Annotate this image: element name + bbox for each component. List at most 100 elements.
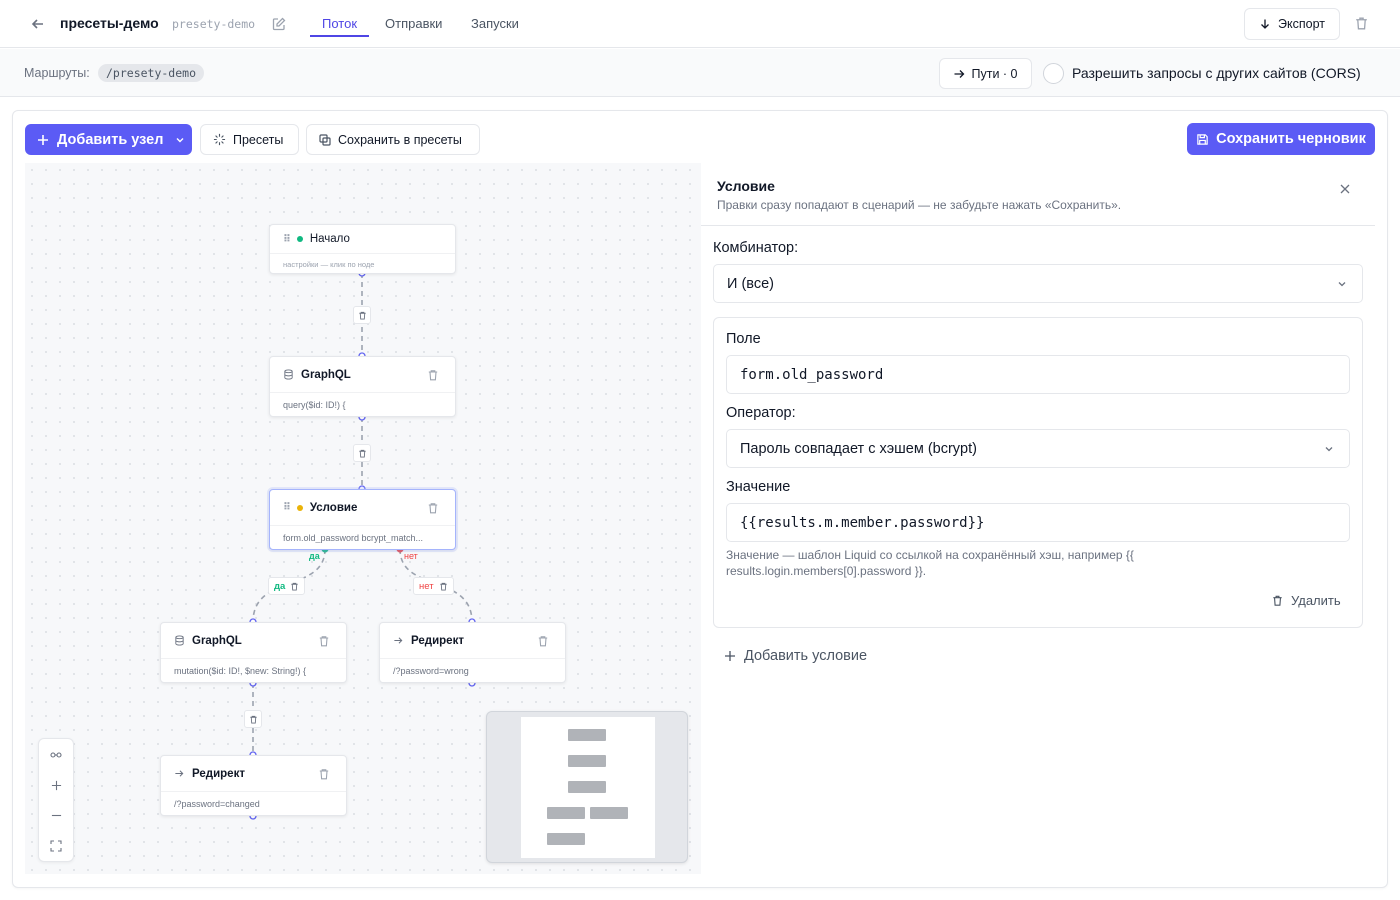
trash-icon[interactable] bbox=[427, 369, 439, 381]
export-button[interactable]: Экспорт bbox=[1244, 8, 1340, 40]
add-node-button[interactable]: Добавить узел bbox=[25, 124, 192, 155]
node-start[interactable]: ⠿ Начало настройки — клик по ноде bbox=[269, 224, 456, 274]
edge-label-no-text: нет bbox=[419, 580, 434, 592]
trash-icon bbox=[358, 449, 366, 458]
node-graphql-query[interactable]: GraphQL query($id: ID!) { bbox=[269, 356, 456, 417]
node-title: Редирект bbox=[192, 767, 245, 780]
edge-delete-button[interactable] bbox=[353, 306, 371, 324]
trash-icon bbox=[1273, 595, 1282, 606]
minimap-node bbox=[568, 755, 606, 767]
field-label: Поле bbox=[726, 331, 761, 347]
project-slug: presety-demo bbox=[172, 17, 256, 31]
arrow-right-icon bbox=[394, 637, 403, 644]
plus-icon bbox=[38, 134, 48, 145]
drag-handle-icon[interactable]: ⠿ bbox=[283, 234, 291, 245]
routes-label: Маршруты: bbox=[24, 66, 90, 80]
node-body: mutation($id: ID!, $new: String!) { bbox=[174, 666, 307, 676]
save-draft-button[interactable]: Сохранить черновик bbox=[1187, 123, 1375, 155]
edge-label-no[interactable]: нет bbox=[413, 577, 454, 595]
database-icon bbox=[175, 635, 184, 646]
save-to-presets-button[interactable]: Сохранить в пресеты bbox=[306, 124, 480, 155]
trash-icon bbox=[249, 715, 257, 724]
node-title: Условие bbox=[309, 501, 358, 514]
minimap-node bbox=[568, 781, 606, 793]
node-condition[interactable]: ⠿ Условие form.old_password bcrypt_match… bbox=[269, 489, 456, 550]
operator-select[interactable]: Пароль совпадает с хэшем (bcrypt) bbox=[726, 429, 1350, 468]
active-tab-indicator bbox=[310, 35, 369, 37]
add-condition-label: Добавить условие bbox=[744, 648, 868, 664]
tab-runs[interactable]: Запуски bbox=[471, 16, 519, 31]
node-body: /?password=changed bbox=[174, 799, 260, 809]
edge-delete-button[interactable] bbox=[353, 444, 371, 462]
delete-condition-button[interactable]: Удалить bbox=[1271, 593, 1341, 608]
node-title: Редирект bbox=[411, 634, 464, 647]
cors-checkbox[interactable] bbox=[1043, 63, 1064, 84]
node-settings-panel: Условие Правки сразу попадают в сценарий… bbox=[701, 163, 1375, 874]
trash-icon[interactable] bbox=[427, 502, 439, 514]
operator-label: Оператор: bbox=[726, 405, 796, 421]
value-value: {{results.m.member.password}} bbox=[740, 514, 985, 531]
save-to-presets-label: Сохранить в пресеты bbox=[338, 132, 462, 147]
database-icon bbox=[284, 369, 293, 380]
node-redirect-wrong[interactable]: Редирект /?password=wrong bbox=[379, 622, 566, 683]
top-bar: пресеты-демо presety-demo Поток Отправки… bbox=[0, 0, 1400, 48]
delete-project-icon[interactable] bbox=[1353, 15, 1370, 32]
zoom-controls bbox=[38, 738, 74, 862]
add-condition-button[interactable]: Добавить условие bbox=[724, 648, 867, 664]
value-input[interactable]: {{results.m.member.password}} bbox=[726, 503, 1350, 542]
close-icon[interactable] bbox=[1338, 182, 1352, 196]
tab-submissions[interactable]: Отправки bbox=[385, 16, 442, 31]
trash-icon[interactable] bbox=[537, 635, 549, 647]
zoom-in-button[interactable] bbox=[39, 770, 73, 800]
arrow-right-icon bbox=[954, 69, 965, 78]
trash-icon[interactable] bbox=[318, 768, 330, 780]
trash-icon bbox=[439, 582, 447, 591]
trash-icon[interactable] bbox=[318, 635, 330, 647]
plus-icon bbox=[51, 780, 61, 790]
node-title: GraphQL bbox=[301, 368, 351, 381]
edit-icon[interactable] bbox=[271, 16, 287, 32]
download-icon bbox=[1261, 19, 1269, 29]
export-label: Экспорт bbox=[1278, 17, 1325, 31]
back-arrow-icon[interactable] bbox=[28, 14, 48, 34]
panel-header: Условие Правки сразу попадают в сценарий… bbox=[701, 163, 1375, 226]
minimap[interactable] bbox=[486, 711, 688, 863]
combinator-select[interactable]: И (все) bbox=[713, 264, 1363, 303]
cors-label: Разрешить запросы с других сайтов (CORS) bbox=[1072, 65, 1361, 81]
node-body: form.old_password bcrypt_match... bbox=[283, 533, 424, 543]
chevron-down-icon bbox=[176, 137, 184, 142]
node-body: query($id: ID!) { bbox=[283, 400, 346, 410]
node-body: настройки — клик по ноде bbox=[283, 260, 375, 269]
floppy-disk-icon bbox=[1197, 133, 1208, 145]
combinator-label: Комбинатор: bbox=[713, 240, 799, 256]
drag-handle-icon[interactable]: ⠿ bbox=[283, 502, 291, 513]
node-body: /?password=wrong bbox=[393, 666, 469, 676]
save-draft-label: Сохранить черновик bbox=[1216, 131, 1366, 147]
fit-view-button[interactable] bbox=[39, 739, 73, 769]
project-title: пресеты-демо bbox=[60, 15, 159, 31]
node-graphql-mutation[interactable]: GraphQL mutation($id: ID!, $new: String!… bbox=[160, 622, 347, 683]
edge-delete-button[interactable] bbox=[244, 710, 262, 728]
add-node-label: Добавить узел bbox=[57, 131, 164, 148]
edge-label-yes[interactable]: да bbox=[268, 577, 306, 595]
plus-icon bbox=[725, 651, 735, 661]
presets-button[interactable]: Пресеты bbox=[200, 124, 299, 155]
minimap-node bbox=[590, 807, 628, 819]
panel-subtitle: Правки сразу попадают в сценарий — не за… bbox=[717, 198, 1122, 212]
arrow-right-icon bbox=[175, 770, 184, 777]
minimap-viewport[interactable] bbox=[521, 717, 655, 858]
field-input[interactable]: form.old_password bbox=[726, 355, 1350, 394]
node-redirect-changed[interactable]: Редирект /?password=changed bbox=[160, 755, 347, 816]
presets-label: Пресеты bbox=[233, 132, 284, 147]
tab-flow[interactable]: Поток bbox=[322, 16, 357, 31]
value-hint: Значение — шаблон Liquid со ссылкой на с… bbox=[726, 548, 1134, 578]
flow-canvas[interactable]: да нет да нет ⠿ Начало настройки — клик … bbox=[25, 163, 701, 874]
field-value: form.old_password bbox=[740, 366, 884, 383]
zoom-out-button[interactable] bbox=[39, 800, 73, 830]
branch-no-tag: нет bbox=[404, 551, 418, 561]
paths-button[interactable]: Пути · 0 bbox=[939, 58, 1032, 89]
copy-icon bbox=[319, 133, 331, 146]
minimap-node bbox=[547, 807, 585, 819]
fullscreen-button[interactable] bbox=[39, 831, 73, 861]
route-chip[interactable]: /presety-demo bbox=[98, 64, 205, 82]
